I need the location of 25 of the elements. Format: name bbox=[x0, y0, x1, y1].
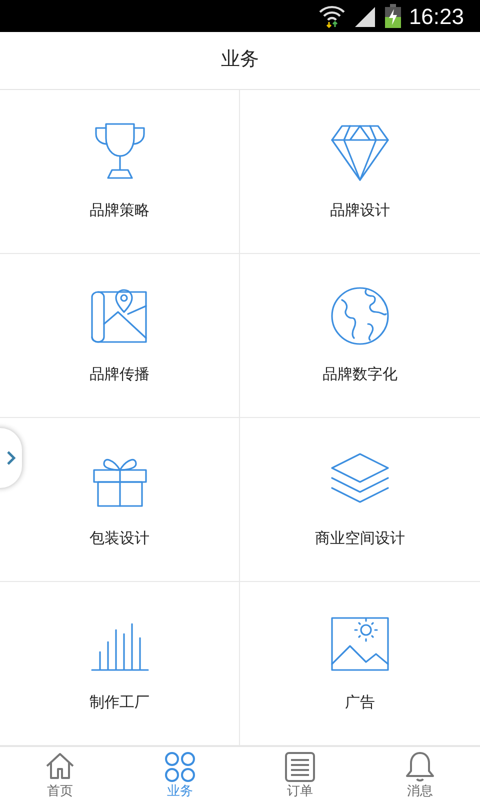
bell-icon bbox=[403, 750, 437, 784]
nav-tab[interactable]: 首页 bbox=[0, 747, 120, 800]
service-tile[interactable]: 品牌策略 bbox=[0, 90, 240, 254]
service-label: 包装设计 bbox=[90, 529, 150, 550]
chevron-right-icon bbox=[6, 450, 16, 466]
list-icon bbox=[283, 750, 317, 784]
four-circles-icon bbox=[163, 750, 197, 784]
nav-tab[interactable]: 消息 bbox=[360, 747, 480, 800]
status-time: 16:23 bbox=[408, 2, 464, 30]
wifi-icon bbox=[318, 4, 345, 28]
service-tile[interactable]: 商业空间设计 bbox=[240, 418, 480, 582]
service-tile[interactable]: 品牌数字化 bbox=[240, 254, 480, 418]
service-label: 商业空间设计 bbox=[315, 529, 405, 550]
service-tile[interactable]: 品牌传播 bbox=[0, 254, 240, 418]
header-title: 业务 bbox=[221, 48, 259, 72]
service-label: 品牌设计 bbox=[330, 201, 390, 222]
signal-icon bbox=[352, 5, 377, 27]
service-label: 品牌策略 bbox=[90, 201, 150, 222]
service-label: 品牌数字化 bbox=[322, 365, 398, 386]
nav-tab[interactable]: 订单 bbox=[240, 747, 360, 800]
service-tile[interactable]: 品牌设计 bbox=[240, 90, 480, 254]
service-label: 品牌传播 bbox=[90, 365, 150, 386]
battery-icon bbox=[384, 4, 401, 28]
service-label: 广告 bbox=[345, 693, 375, 714]
service-label: 制作工厂 bbox=[90, 693, 150, 714]
